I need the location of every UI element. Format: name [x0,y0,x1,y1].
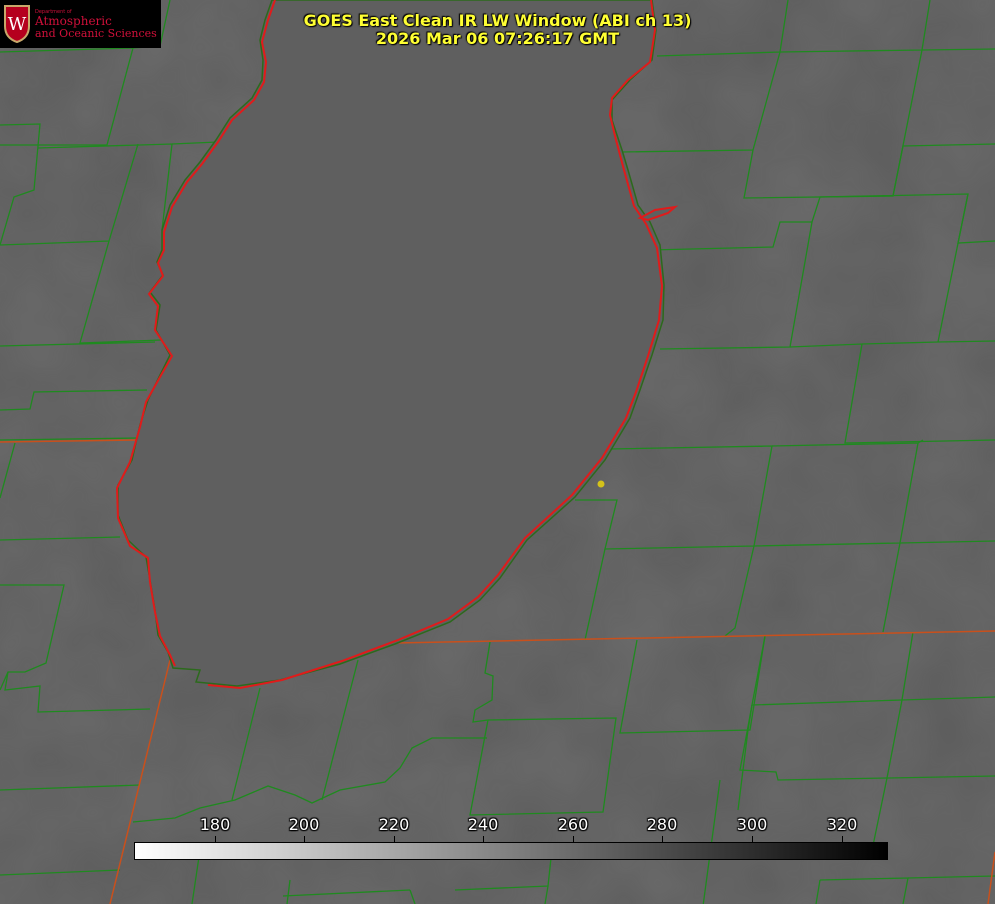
colorbar-tick [394,836,395,842]
image-title: GOES East Clean IR LW Window (ABI ch 13) [303,11,692,30]
colorbar-tick [752,836,753,842]
colorbar-tick-label: 220 [378,815,410,834]
colorbar-tick [304,836,305,842]
satellite-image-viewer: W Department of Atmospheric and Oceanic … [0,0,995,904]
colorbar-tick-label: 180 [199,815,231,834]
colorbar [134,842,888,860]
colorbar-tick-label: 300 [736,815,768,834]
colorbar-tick-label: 200 [288,815,320,834]
location-marker [597,480,605,488]
colorbar-tick [215,836,216,842]
colorbar-tick-label: 260 [557,815,589,834]
colorbar-tick [573,836,574,842]
colorbar-tick-label: 320 [826,815,858,834]
colorbar-tick [483,836,484,842]
image-timestamp: 2026 Mar 06 07:26:17 GMT [375,29,620,48]
colorbar-tick-label: 240 [467,815,499,834]
map-canvas [0,0,995,904]
colorbar-tick [662,836,663,842]
colorbar-tick [842,836,843,842]
colorbar-tick-label: 280 [646,815,678,834]
